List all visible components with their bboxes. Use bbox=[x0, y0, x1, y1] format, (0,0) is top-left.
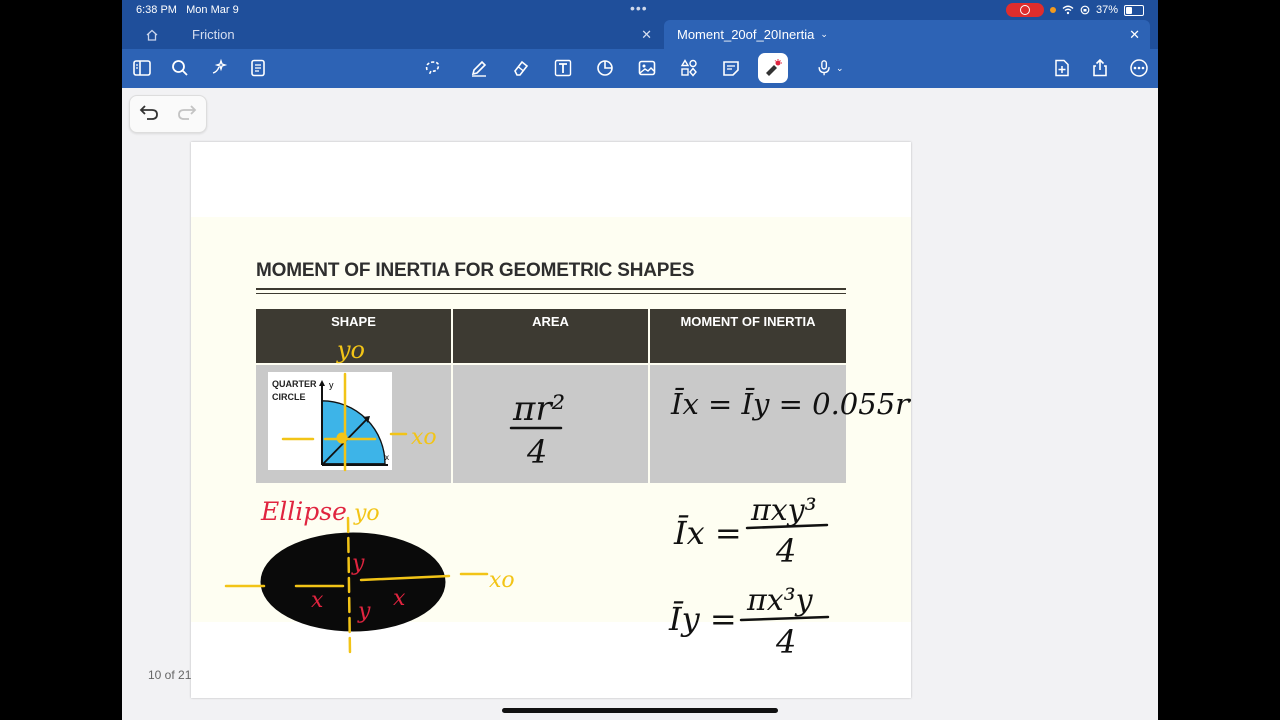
status-time: 6:38 PM Mon Mar 9 bbox=[136, 4, 239, 16]
sticky-note-icon[interactable] bbox=[720, 57, 742, 79]
toolbar: ⌄ bbox=[122, 49, 1158, 88]
battery-icon bbox=[1124, 4, 1144, 16]
add-page-icon[interactable] bbox=[1051, 57, 1073, 79]
image-icon[interactable] bbox=[636, 57, 658, 79]
search-icon[interactable] bbox=[169, 57, 191, 79]
cell-area bbox=[453, 365, 648, 483]
tab-active-label: Moment_20of_20Inertia bbox=[677, 27, 815, 42]
axis-y-label: y bbox=[329, 380, 334, 390]
text-icon[interactable] bbox=[552, 57, 574, 79]
header-area: AREA bbox=[453, 309, 648, 363]
lasso-icon[interactable] bbox=[422, 57, 444, 79]
privacy-dot bbox=[1049, 7, 1056, 13]
chevron-down-icon[interactable]: ⌄ bbox=[820, 29, 828, 40]
battery-percent: 37% bbox=[1095, 4, 1118, 16]
notes-icon[interactable] bbox=[247, 57, 269, 79]
axis-x-label: x bbox=[385, 453, 389, 462]
redo-icon[interactable] bbox=[176, 103, 198, 123]
status-right: 37% bbox=[1005, 3, 1144, 17]
cell-moment bbox=[650, 365, 846, 483]
eraser-icon[interactable] bbox=[510, 57, 532, 79]
microphone-icon[interactable]: ⌄ bbox=[816, 57, 848, 79]
pen-icon[interactable] bbox=[468, 57, 490, 79]
quarter-circle-diagram: y x bbox=[319, 380, 389, 466]
wifi-icon bbox=[1062, 5, 1074, 15]
undo-redo-group bbox=[129, 95, 207, 133]
tab-bar: Friction ✕ Moment_20of_20Inertia ⌄ ✕ bbox=[122, 20, 1158, 49]
close-icon[interactable]: ✕ bbox=[641, 27, 652, 43]
elements-icon[interactable] bbox=[678, 57, 700, 79]
close-icon[interactable]: ✕ bbox=[1129, 27, 1140, 43]
ipad-screen: 6:38 PM Mon Mar 9 ••• 37% Friction ✕ Mom… bbox=[122, 0, 1158, 720]
title-rule-thin bbox=[256, 293, 846, 294]
sparkle-icon[interactable] bbox=[209, 57, 231, 79]
page-indicator: 10 of 21 bbox=[148, 668, 192, 682]
home-tab[interactable] bbox=[122, 20, 182, 49]
multitask-dots[interactable]: ••• bbox=[630, 0, 648, 16]
quarter-circle-figure: QUARTER CIRCLE y x bbox=[268, 372, 392, 470]
title-rule bbox=[256, 288, 846, 290]
iy-denominator: 4 bbox=[775, 623, 796, 661]
header-shape: SHAPE bbox=[256, 309, 451, 363]
document-page[interactable]: MOMENT OF INERTIA FOR GEOMETRIC SHAPES S… bbox=[191, 142, 911, 698]
status-bar: 6:38 PM Mon Mar 9 ••• 37% bbox=[122, 0, 1158, 20]
more-icon[interactable] bbox=[1128, 57, 1150, 79]
undo-icon[interactable] bbox=[138, 103, 160, 123]
slide-title: MOMENT OF INERTIA FOR GEOMETRIC SHAPES bbox=[256, 260, 695, 281]
tab-friction-label: Friction bbox=[192, 27, 235, 42]
home-indicator[interactable] bbox=[502, 708, 778, 713]
tab-moment-of-inertia[interactable]: Moment_20of_20Inertia ⌄ ✕ bbox=[664, 20, 1150, 49]
share-icon[interactable] bbox=[1089, 57, 1111, 79]
sidebar-icon[interactable] bbox=[131, 57, 153, 79]
home-icon bbox=[146, 29, 158, 41]
laser-pointer-icon[interactable] bbox=[758, 53, 788, 83]
orientation-lock-icon bbox=[1080, 5, 1090, 15]
tab-friction[interactable]: Friction ✕ bbox=[182, 20, 662, 49]
shapes-icon[interactable] bbox=[594, 57, 616, 79]
record-indicator bbox=[1005, 3, 1044, 17]
header-moment: MOMENT OF INERTIA bbox=[650, 309, 846, 363]
